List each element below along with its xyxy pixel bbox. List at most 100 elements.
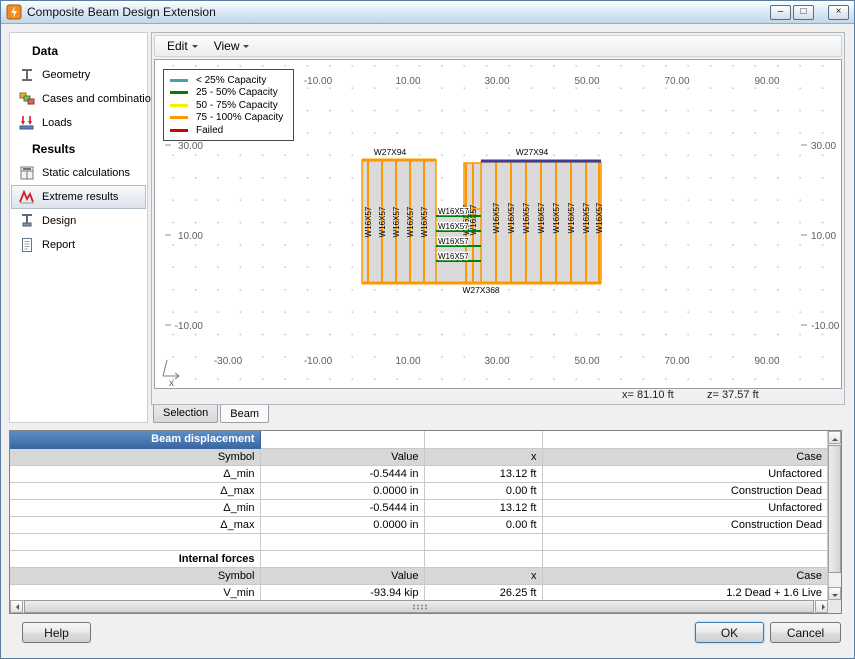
table-cell: Construction Dead — [542, 482, 828, 500]
loads-icon — [19, 115, 36, 131]
results-table-viewport: Beam displacement Symbol Value x Case Δ_min -0… — [10, 431, 828, 600]
sidebar-item-report[interactable]: Report — [11, 233, 146, 257]
maximize-icon[interactable]: □ — [793, 4, 814, 20]
table-cell — [542, 431, 828, 449]
table-row[interactable]: V_min -93.94 kip 26.25 ft 1.2 Dead + 1.6 Li… — [10, 584, 828, 600]
beam-label: W16X57 — [438, 207, 469, 216]
scroll-left-icon[interactable] — [10, 600, 23, 613]
axis-label-top: 70.00 — [664, 76, 689, 87]
titlebar[interactable]: Composite Beam Design Extension – □ × — [1, 1, 854, 24]
table-cell — [424, 431, 543, 449]
sidebar-item-cases-and-combinations[interactable]: Cases and combinations — [11, 87, 162, 111]
scroll-up-icon[interactable] — [828, 431, 841, 444]
axis-triad-x-label: x — [169, 378, 174, 388]
table-cell: 0.00 ft — [424, 516, 543, 534]
table-cell: -0.5444 in — [260, 465, 425, 483]
table-row[interactable]: Δ_max 0.0000 in 0.00 ft Construction Dead — [10, 516, 828, 534]
axis-label-right: 30.00 — [811, 141, 836, 152]
sidebar-item-label: Report — [42, 239, 76, 251]
beam-label: W16X57 — [595, 202, 604, 233]
results-table: Beam displacement Symbol Value x Case Δ_min -0… — [10, 431, 828, 600]
scroll-down-icon[interactable] — [828, 587, 841, 600]
beam-label: W16X57 — [537, 202, 546, 233]
table-row[interactable]: Δ_max 0.0000 in 0.00 ft Construction Dead — [10, 482, 828, 500]
table-cell: Construction Dead — [542, 516, 828, 534]
horizontal-scrollbar[interactable] — [10, 600, 828, 613]
menu-view[interactable]: View — [207, 37, 257, 55]
tab-selection[interactable]: Selection — [153, 405, 219, 423]
table-cell: 1.2 Dead + 1.6 Live — [542, 584, 828, 600]
axis-label-top: 90.00 — [754, 76, 779, 87]
table-cell: -0.5444 in — [260, 499, 425, 517]
design-icon — [19, 213, 36, 229]
legend-label: 25 - 50% Capacity — [196, 87, 278, 98]
table-cell: 13.12 ft — [424, 499, 543, 517]
table-section-title-row: Beam displacement — [10, 431, 828, 449]
axis-label-bottom: 70.00 — [664, 356, 689, 367]
table-cell: -93.94 kip — [260, 584, 425, 600]
extreme-results-icon — [19, 189, 36, 205]
cursor-z-coordinate: z= 37.57 ft — [707, 389, 759, 401]
beam-label: W16X57 — [378, 206, 387, 237]
sidebar-item-static-calculations[interactable]: Static calculations — [11, 161, 146, 185]
axis-label-right: -10.00 — [811, 321, 840, 332]
table-header-row: Symbol Value x Case — [10, 567, 828, 585]
axis-label-bottom: 30.00 — [484, 356, 509, 367]
vertical-scrollbar[interactable] — [828, 431, 841, 600]
table-cell: Symbol — [10, 567, 261, 585]
app-icon — [6, 4, 22, 20]
beam-label: W27X368 — [462, 285, 500, 295]
minimize-icon[interactable]: – — [770, 4, 791, 20]
axis-label-left: 30.00 — [178, 141, 203, 152]
ok-button[interactable]: OK — [695, 622, 764, 643]
beam-label: W16X57 — [392, 206, 401, 237]
static-calculations-icon — [19, 165, 36, 181]
sidebar-item-label: Loads — [42, 117, 72, 129]
help-button[interactable]: Help — [22, 622, 91, 643]
legend-label: Failed — [196, 124, 224, 136]
axis-label-bottom: 50.00 — [574, 356, 599, 367]
menu-label: View — [213, 39, 240, 53]
tab-beam[interactable]: Beam — [220, 405, 270, 423]
table-cell — [260, 550, 425, 568]
table-cell: 0.0000 in — [260, 516, 425, 534]
axis-label-left: -10.00 — [175, 321, 204, 332]
table-row[interactable]: Δ_min -0.5444 in 13.12 ft Unfactored — [10, 499, 828, 517]
table-cell: Case — [542, 448, 828, 466]
table-cell: Unfactored — [542, 499, 828, 517]
table-cell: Symbol — [10, 448, 261, 466]
legend-label: 50 - 75% Capacity — [196, 99, 278, 111]
plot-canvas[interactable]: -10.00 10.00 30.00 50.00 70.00 90.00 -30.00 -10… — [154, 59, 842, 389]
geometry-icon — [19, 67, 36, 83]
vertical-scrollbar-thumb[interactable] — [828, 445, 841, 573]
legend-label: 75 - 100% Capacity — [196, 112, 284, 123]
axis-label-top: 10.00 — [395, 76, 420, 87]
table-header-row: Symbol Value x Case — [10, 448, 828, 466]
window-title: Composite Beam Design Extension — [27, 5, 216, 19]
sidebar-item-loads[interactable]: Loads — [11, 111, 146, 135]
table-cell: V_min — [10, 584, 261, 600]
table-row[interactable]: Δ_min -0.5444 in 13.12 ft Unfactored — [10, 465, 828, 483]
beam-label: W16X57 — [567, 202, 576, 233]
axis-label-bottom: -10.00 — [304, 356, 333, 367]
close-icon[interactable]: × — [828, 4, 849, 20]
scroll-right-icon[interactable] — [815, 600, 828, 613]
table-cell — [260, 533, 425, 551]
sidebar-item-extreme-results[interactable]: Extreme results — [11, 185, 146, 209]
beam-label: W16X57 — [438, 222, 469, 231]
axis-triad-icon — [162, 359, 168, 377]
cancel-button[interactable]: Cancel — [770, 622, 841, 643]
beam-label: W16X57 — [492, 202, 501, 233]
menu-label: Edit — [167, 39, 188, 53]
horizontal-scrollbar-thumb[interactable] — [24, 600, 814, 613]
beam-label: W16X57 — [522, 202, 531, 233]
axis-label-bottom: -30.00 — [214, 356, 243, 367]
sidebar-item-geometry[interactable]: Geometry — [11, 63, 146, 87]
table-cell — [260, 431, 425, 449]
legend-color-swatch — [170, 128, 188, 132]
sidebar-item-design[interactable]: Design — [11, 209, 146, 233]
chevron-down-icon — [243, 45, 250, 51]
plot-statusbar: x= 81.10 ft z= 37.57 ft — [154, 388, 842, 403]
menu-edit[interactable]: Edit — [160, 37, 205, 55]
table-cell: Beam displacement — [10, 431, 261, 449]
